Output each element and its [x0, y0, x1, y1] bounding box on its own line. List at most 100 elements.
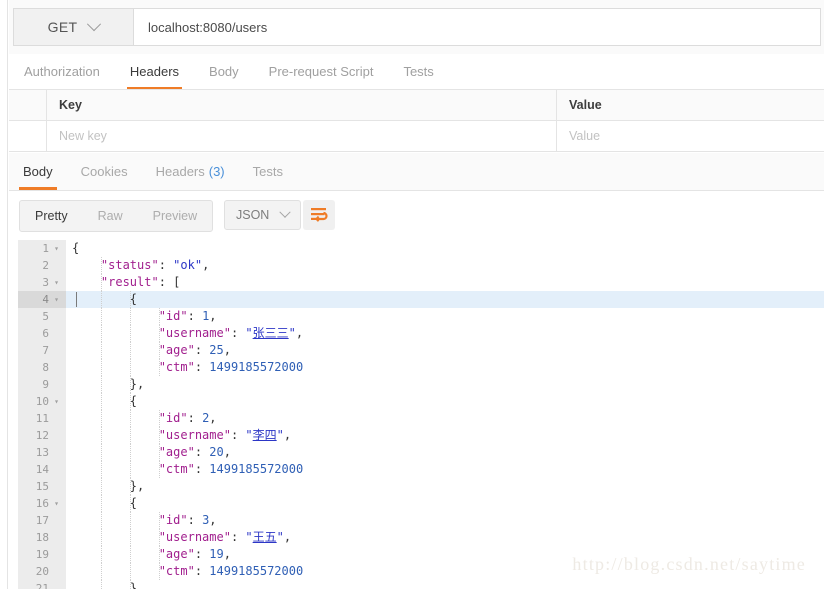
response-tabs: Body Cookies Headers (3) Tests	[9, 153, 824, 191]
code-line[interactable]: "id": 2,	[66, 410, 824, 427]
code-token-key: "age"	[158, 547, 195, 561]
code-token-cjk: 王五	[252, 530, 277, 544]
response-tab-body[interactable]: Body	[9, 153, 67, 190]
headers-value-column-header: Value	[557, 90, 824, 120]
view-mode-raw[interactable]: Raw	[83, 201, 138, 231]
code-token-str: "	[276, 428, 284, 442]
code-token-punct: :	[158, 258, 174, 272]
code-line-number: 6▾	[42, 327, 49, 340]
code-token-cjk: 张三三	[252, 326, 289, 340]
response-body-viewer[interactable]: 1▾ 2▾ 3▾4▾ 5▾ 6▾ 7▾ 8▾ 9▾ 10▾ 11▾ 12▾ 13▾ 14▾ 15▾ 16▾ 1…	[9, 240, 824, 589]
code-line[interactable]: "username": "张三三",	[66, 325, 824, 342]
code-token-key: "id"	[158, 411, 188, 425]
code-line[interactable]: "username": "王五",	[66, 529, 824, 546]
code-token-punct: ,	[223, 445, 231, 459]
code-line[interactable]: "id": 3,	[66, 512, 824, 529]
view-mode-preview[interactable]: Preview	[138, 201, 212, 231]
watermark-text: http://blog.csdn.net/saytime	[572, 554, 806, 574]
code-token-str: "	[288, 326, 296, 340]
response-tab-cookies[interactable]: Cookies	[67, 153, 142, 190]
code-token-punct: ,	[295, 326, 304, 340]
code-token-key: "ctm"	[158, 360, 195, 374]
code-token-punct: ,	[209, 309, 217, 323]
code-line[interactable]: "ctm": 1499185572000	[66, 359, 824, 376]
code-token-punct: ,	[223, 547, 231, 561]
response-tab-headers[interactable]: Headers (3)	[142, 153, 239, 190]
code-token-punct: :	[187, 513, 203, 527]
code-line[interactable]: {	[66, 393, 824, 410]
request-tab-pre-request-script[interactable]: Pre-request Script	[254, 54, 389, 89]
code-line-number: 9▾	[42, 378, 49, 391]
code-token-punct: :	[194, 360, 210, 374]
code-line[interactable]: "age": 25,	[66, 342, 824, 359]
code-token-str: "	[245, 428, 253, 442]
code-line-number: 19▾	[35, 548, 49, 561]
code-indent-guide	[100, 257, 102, 274]
code-indent-guide	[129, 546, 131, 563]
headers-new-key-cell[interactable]: New key	[47, 121, 557, 151]
code-fold-toggle-icon[interactable]: ▾	[52, 291, 61, 308]
code-fold-toggle-icon[interactable]: ▾	[52, 495, 61, 512]
code-line-number: 8▾	[42, 361, 49, 374]
code-indent-guide	[129, 427, 131, 444]
code-token-punct: {	[129, 496, 138, 510]
code-fold-toggle-icon[interactable]: ▾	[52, 393, 61, 410]
code-line-number: 17▾	[35, 514, 49, 527]
code-line[interactable]: },	[66, 376, 824, 393]
code-token-punct: :	[194, 547, 210, 561]
code-content[interactable]: { "status": "ok", "result": [ { "id": 1,…	[66, 240, 824, 589]
response-tab-cookies-label: Cookies	[80, 164, 128, 179]
word-wrap-icon	[310, 208, 328, 222]
code-token-punct: ,	[202, 258, 210, 272]
response-format-label: JSON	[236, 208, 270, 222]
headers-value-column-label: Value	[569, 98, 602, 112]
code-line[interactable]: "result": [	[66, 274, 824, 291]
code-indent-guide	[129, 495, 131, 512]
code-indent-guide	[100, 308, 102, 325]
request-tab-tests[interactable]: Tests	[388, 54, 448, 89]
code-token-punct: :	[194, 445, 210, 459]
code-indent-guide	[129, 512, 131, 529]
code-line[interactable]: "status": "ok",	[66, 257, 824, 274]
headers-new-value-cell[interactable]: Value	[557, 121, 824, 151]
left-rail-divider	[0, 0, 8, 589]
code-indent-guide	[158, 342, 160, 359]
response-headers-count-badge: (3)	[208, 164, 225, 179]
code-fold-toggle-icon[interactable]: ▾	[52, 240, 61, 257]
headers-row-checkbox-cell[interactable]	[9, 121, 47, 151]
code-line-number: 16 ▾	[18, 495, 66, 512]
code-fold-toggle-icon[interactable]: ▾	[52, 274, 61, 291]
http-method-select[interactable]: GET	[14, 9, 134, 45]
response-tab-headers-label: Headers	[155, 164, 205, 179]
code-line[interactable]: "id": 1,	[66, 308, 824, 325]
code-line-number: 18▾	[35, 531, 49, 544]
code-line[interactable]: {	[66, 291, 824, 308]
code-indent-guide	[100, 325, 102, 342]
code-indent-guide	[100, 410, 102, 427]
headers-table: Key Value New key Value	[9, 90, 824, 152]
code-indent-guide	[100, 291, 102, 308]
code-line[interactable]: }	[66, 580, 824, 589]
code-token-punct: ,	[283, 530, 292, 544]
request-tab-authorization[interactable]: Authorization	[9, 54, 115, 89]
code-token-num: 25	[209, 343, 224, 357]
view-mode-pretty[interactable]: Pretty	[20, 201, 83, 231]
code-line[interactable]: {	[66, 240, 824, 257]
request-tab-body[interactable]: Body	[194, 54, 254, 89]
code-line[interactable]: "ctm": 1499185572000	[66, 461, 824, 478]
response-format-select[interactable]: JSON	[224, 200, 302, 230]
code-line[interactable]: {	[66, 495, 824, 512]
request-url-bar: GET localhost:8080/users	[9, 0, 824, 54]
code-token-key: "username"	[158, 428, 231, 442]
code-token-key: "ctm"	[158, 462, 195, 476]
code-token-key: "id"	[158, 513, 188, 527]
response-tab-tests[interactable]: Tests	[239, 153, 297, 190]
code-indent-guide	[129, 580, 131, 589]
code-line-number: 14▾	[35, 463, 49, 476]
request-url-input[interactable]: localhost:8080/users	[134, 9, 820, 45]
code-line[interactable]: },	[66, 478, 824, 495]
code-line[interactable]: "username": "李四",	[66, 427, 824, 444]
code-line[interactable]: "age": 20,	[66, 444, 824, 461]
request-tab-headers[interactable]: Headers	[115, 54, 194, 89]
word-wrap-toggle-button[interactable]	[303, 200, 335, 230]
